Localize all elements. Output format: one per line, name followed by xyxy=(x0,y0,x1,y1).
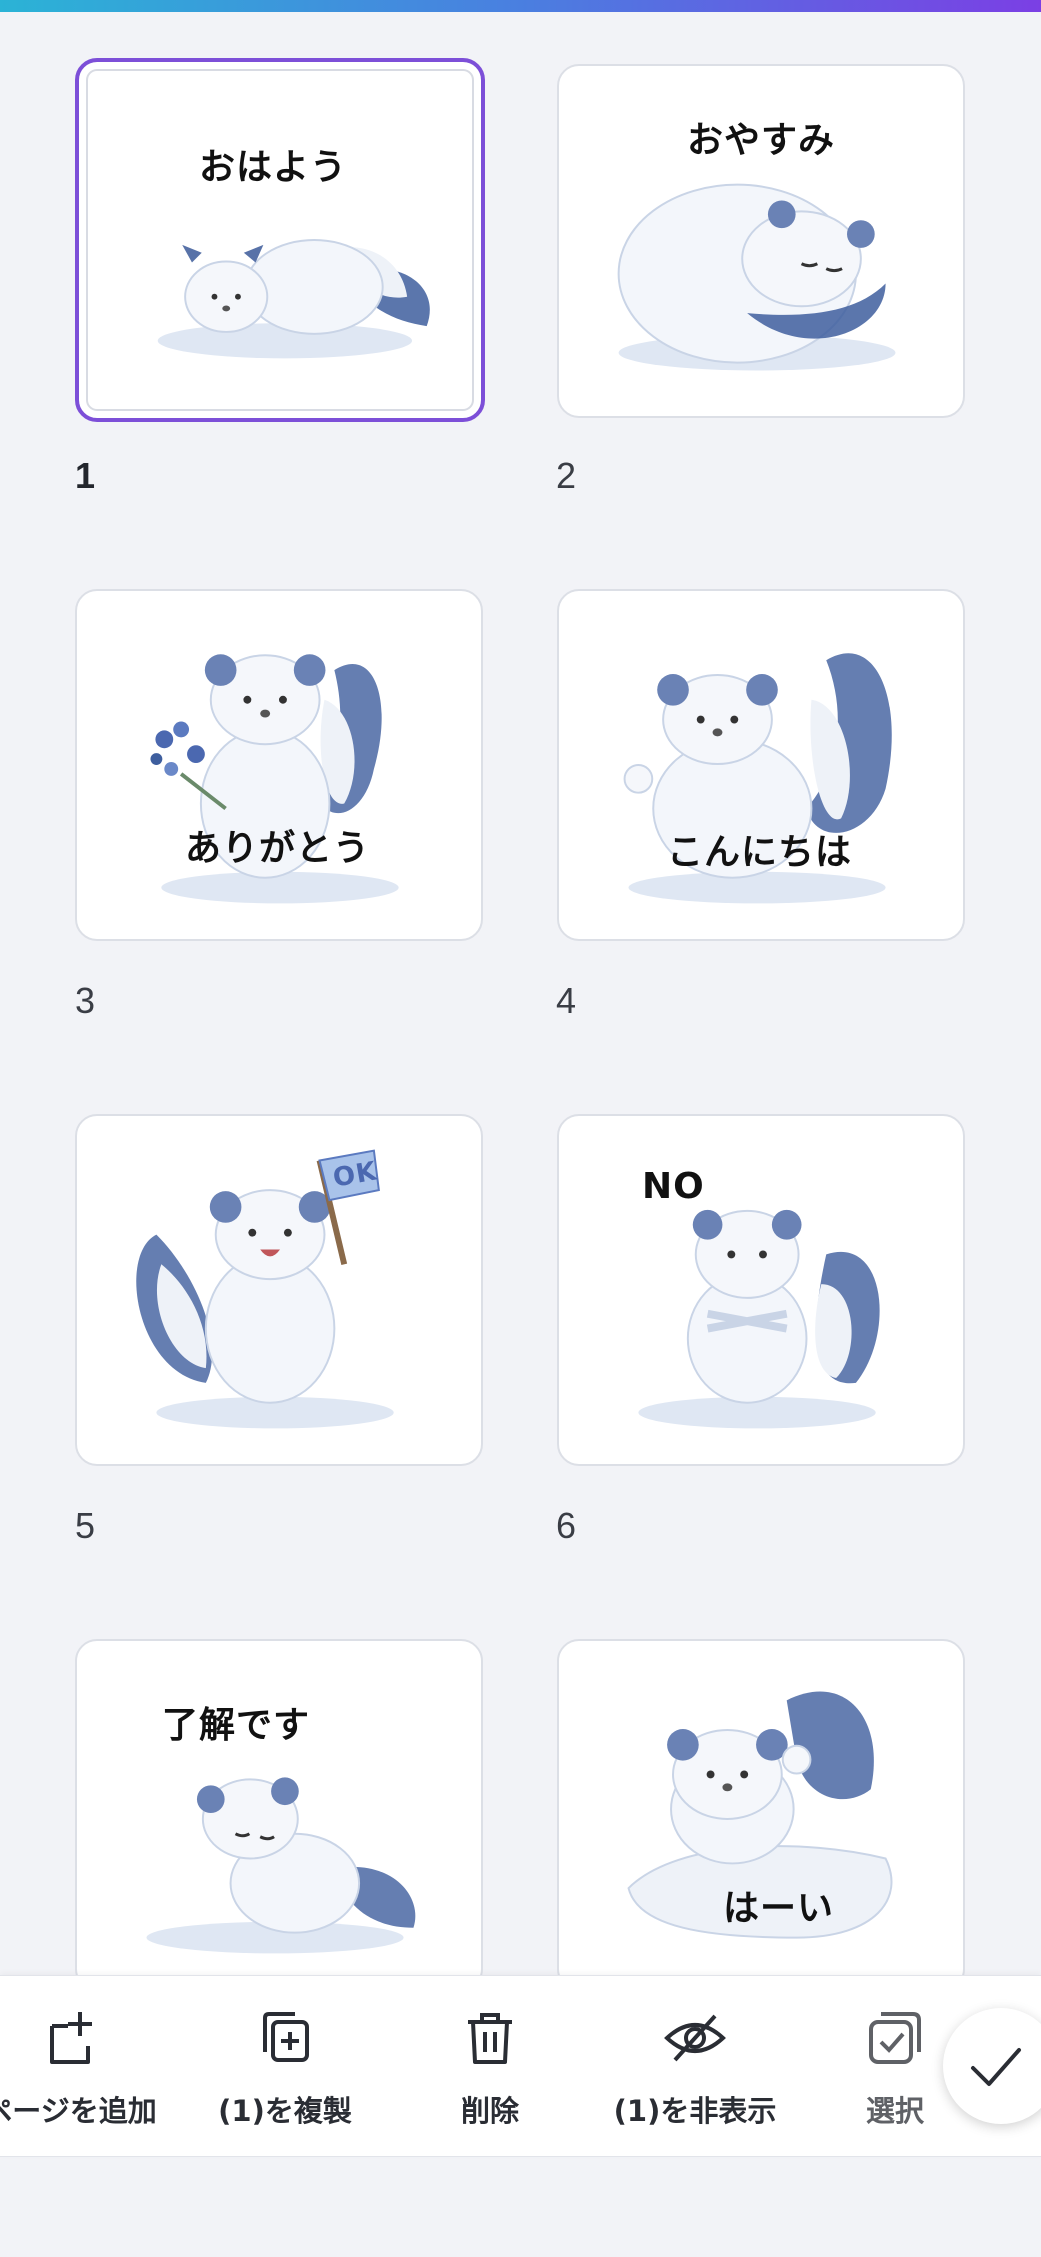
sticker-caption: おはよう xyxy=(199,147,348,188)
sticker-caption: ありがとう xyxy=(185,828,371,869)
duplicate-label: (1)を複製 xyxy=(218,2094,352,2128)
select-multiple-icon xyxy=(869,2012,921,2064)
eye-off-icon xyxy=(664,2014,726,2062)
select-button[interactable]: 選択 xyxy=(830,1976,960,2158)
sticker-caption: はーい xyxy=(723,1888,835,1929)
page-thumbnail-4[interactable]: こんにちは xyxy=(557,589,965,941)
sticker-caption: こんにちは xyxy=(667,832,853,873)
duplicate-icon xyxy=(263,2012,309,2062)
page-number-4: 4 xyxy=(556,980,577,1021)
select-label: 選択 xyxy=(865,2094,924,2128)
add-page-icon xyxy=(50,2012,92,2064)
sticker-fox-bowing xyxy=(146,1777,416,1954)
page-number-2: 2 xyxy=(556,455,577,496)
page-thumbnail-3[interactable]: ありがとう xyxy=(75,589,483,941)
page-number-6: 6 xyxy=(556,1505,577,1546)
sticker-caption: 了解です xyxy=(162,1705,311,1746)
sticker-fox-with-flowers xyxy=(150,654,399,904)
page-thumbnail-1[interactable]: おはよう xyxy=(75,58,485,422)
page-thumbnail-7[interactable]: 了解です xyxy=(75,1639,483,1975)
page-number-5: 5 xyxy=(75,1505,96,1546)
page-number-1: 1 xyxy=(75,455,96,496)
trash-icon xyxy=(468,2013,512,2064)
sticker-fox-waving xyxy=(623,653,892,904)
page-thumbnail-5[interactable]: OK xyxy=(75,1114,483,1466)
check-icon xyxy=(971,2048,1021,2086)
hide-button[interactable]: (1)を非表示 xyxy=(600,1976,790,2158)
page-grid: おはよう 1 おやすみ 2 ありがとう 3 こんにちは 4 OK 5 NO 6 … xyxy=(0,0,1041,1975)
delete-label: 削除 xyxy=(460,2094,519,2128)
page-thumbnail-6[interactable]: NO xyxy=(557,1114,965,1466)
page-thumbnail-2[interactable]: おやすみ xyxy=(557,64,965,418)
sticker-caption: NO xyxy=(642,1166,705,1207)
add-page-button[interactable]: ページを追加 xyxy=(0,1976,170,2158)
delete-button[interactable]: 削除 xyxy=(410,1976,570,2158)
add-page-label: ページを追加 xyxy=(0,2094,157,2128)
page-actions-toolbar: ページを追加 (1)を複製 削除 (1)を非表示 選択 xyxy=(0,1975,1041,2157)
sticker-fox-ok-flag xyxy=(136,1149,394,1429)
page-thumbnail-8[interactable]: はーい xyxy=(557,1639,965,1975)
sticker-fox-arms-crossed xyxy=(638,1209,880,1429)
sticker-caption: おやすみ xyxy=(687,120,836,161)
page-number-3: 3 xyxy=(75,980,96,1021)
hide-label: (1)を非表示 xyxy=(613,2094,777,2128)
sticker-fox-stretching xyxy=(157,239,430,359)
duplicate-button[interactable]: (1)を複製 xyxy=(190,1976,380,2158)
